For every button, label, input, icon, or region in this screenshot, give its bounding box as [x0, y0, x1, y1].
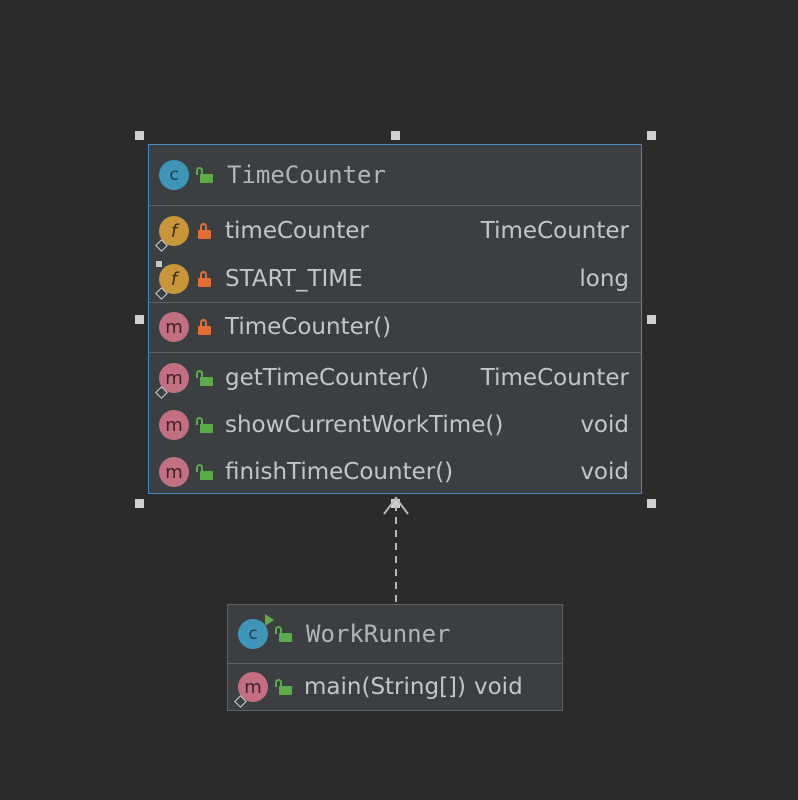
static-marker-icon	[156, 261, 162, 267]
method-icon: m	[159, 312, 189, 342]
method-name: getTimeCounter()	[225, 365, 429, 391]
method-return-type: void	[580, 459, 629, 485]
private-lock-icon	[197, 223, 213, 239]
method-return-type: TimeCounter	[480, 365, 629, 391]
method-row[interactable]: m getTimeCounter() TimeCounter	[149, 354, 641, 402]
run-marker-icon	[265, 614, 274, 626]
methods-section: m getTimeCounter() TimeCounter m showCur…	[149, 352, 641, 492]
method-row[interactable]: m finishTimeCounter() void	[149, 448, 641, 496]
class-name: TimeCounter	[227, 161, 386, 189]
method-name: main(String[])	[304, 674, 466, 700]
method-icon: m	[155, 363, 189, 399]
method-icon: m	[159, 457, 189, 487]
public-lock-icon	[196, 417, 213, 433]
constructor-name: TimeCounter()	[225, 314, 392, 340]
method-name: showCurrentWorkTime()	[225, 412, 504, 438]
field-type: TimeCounter	[480, 218, 629, 244]
private-lock-icon	[197, 319, 213, 335]
method-row[interactable]: m showCurrentWorkTime() void	[149, 401, 641, 449]
public-lock-icon	[275, 626, 292, 642]
constructors-section: m TimeCounter()	[149, 302, 641, 353]
field-row[interactable]: f timeCounter TimeCounter	[149, 207, 641, 255]
field-name: timeCounter	[225, 218, 369, 244]
field-type: long	[579, 266, 629, 292]
public-lock-icon	[275, 679, 292, 695]
class-header: c TimeCounter	[149, 145, 641, 206]
public-lock-icon	[196, 167, 213, 183]
static-field-icon: f	[155, 261, 189, 300]
field-name: START_TIME	[225, 266, 363, 292]
field-icon: f	[155, 216, 189, 252]
class-header: c WorkRunner	[228, 605, 562, 664]
class-name: WorkRunner	[306, 620, 451, 648]
constructor-row[interactable]: m TimeCounter()	[149, 303, 641, 351]
method-name: finishTimeCounter()	[225, 459, 454, 485]
method-return-type: void	[580, 412, 629, 438]
private-lock-icon	[197, 271, 213, 287]
method-icon: m	[234, 672, 268, 708]
public-lock-icon	[196, 370, 213, 386]
method-return-type: void	[474, 674, 523, 700]
class-node-workrunner[interactable]: c WorkRunner m main(String[]) void	[227, 604, 563, 711]
method-row[interactable]: m main(String[]) void	[228, 663, 562, 711]
methods-section: m main(String[]) void	[228, 663, 562, 710]
method-icon: m	[159, 410, 189, 440]
public-lock-icon	[196, 464, 213, 480]
fields-section: f timeCounter TimeCounter f START_TIME l…	[149, 205, 641, 303]
field-row[interactable]: f START_TIME long	[149, 255, 641, 303]
runnable-class-icon: c	[238, 614, 274, 649]
class-icon: c	[159, 160, 189, 190]
class-node-timecounter[interactable]: c TimeCounter f timeCounter TimeCounter …	[148, 144, 642, 494]
